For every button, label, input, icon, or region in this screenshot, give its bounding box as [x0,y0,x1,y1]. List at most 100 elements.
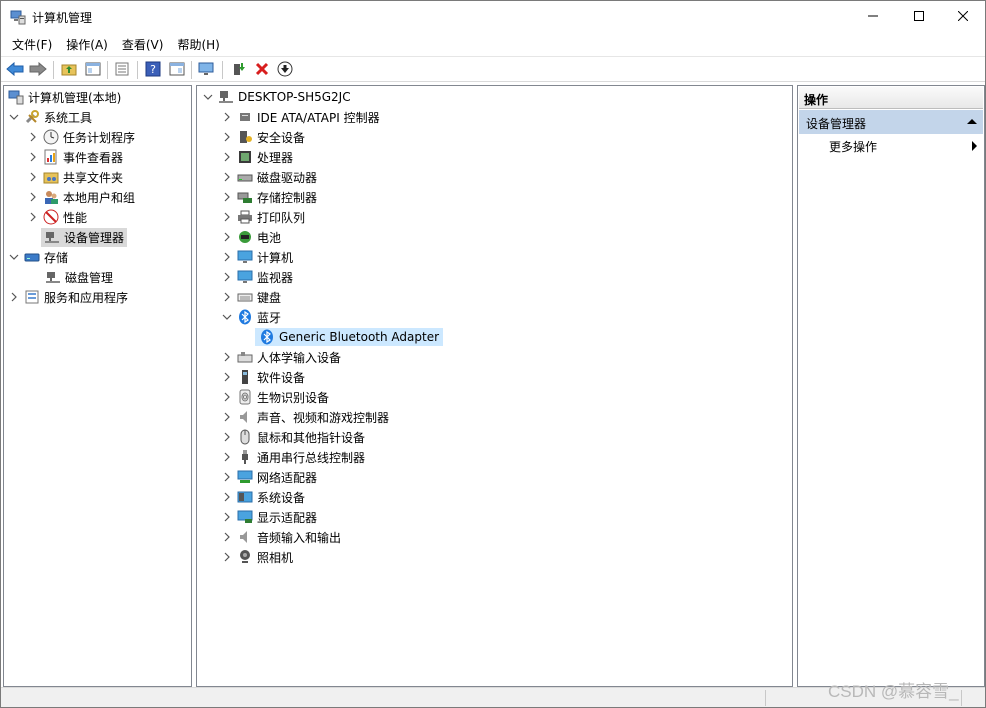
chevron-right-icon[interactable] [25,187,41,207]
device-category-label: 网络适配器 [257,470,318,485]
chevron-right-icon[interactable] [219,447,235,467]
device-category-label: 蓝牙 [257,310,282,325]
device-category-disk-drives[interactable]: 磁盘驱动器 [219,167,317,187]
chevron-right-icon[interactable] [219,387,235,407]
chevron-down-icon[interactable] [219,307,235,327]
menu-help[interactable]: 帮助(H) [170,32,226,55]
chevron-right-icon[interactable] [219,207,235,227]
device-category-battery[interactable]: 电池 [219,227,281,247]
up-level-button[interactable] [59,60,79,80]
device-category-keyboards[interactable]: 键盘 [219,287,281,307]
help-button[interactable]: ? [143,60,163,80]
chevron-down-icon[interactable] [200,87,216,107]
tree-node-device-manager[interactable]: 设备管理器 [41,227,128,247]
chevron-right-icon[interactable] [25,207,41,227]
collapse-triangle-icon[interactable] [967,119,977,124]
tree-node-task-scheduler[interactable]: 任务计划程序 [25,127,135,147]
menu-file[interactable]: 文件(F) [5,32,59,55]
device-category-mice[interactable]: 鼠标和其他指针设备 [219,427,365,447]
tree-node-system-tools[interactable]: 系统工具 [6,107,92,127]
chevron-right-icon[interactable] [219,107,235,127]
chevron-right-icon[interactable] [219,227,235,247]
tree-node-event-viewer[interactable]: 事件查看器 [25,147,123,167]
device-category-ide[interactable]: IDE ATA/ATAPI 控制器 [219,107,380,127]
chevron-right-icon[interactable] [219,487,235,507]
tree-node-disk-management[interactable]: 磁盘管理 [45,267,113,287]
actions-section-device-manager[interactable]: 设备管理器 [799,110,983,134]
tree-node-performance[interactable]: 性能 [25,207,87,227]
device-category-display-adapters[interactable]: 显示适配器 [219,507,317,527]
device-tree-pane[interactable]: DESKTOP-SH5G2JC IDE ATA/ATAPI 控制器 安全设备 处… [196,85,793,687]
tree-node-computer-management[interactable]: 计算机管理(本地) [6,87,121,107]
show-hide-action-pane-button[interactable] [167,60,187,80]
device-category-security[interactable]: 安全设备 [219,127,305,147]
chevron-right-icon[interactable] [6,287,22,307]
device-manager-icon [44,229,60,245]
device-category-software[interactable]: 软件设备 [219,367,305,387]
device-category-computer[interactable]: 计算机 [219,247,293,267]
chevron-right-icon[interactable] [219,467,235,487]
device-category-storage-controllers[interactable]: 存储控制器 [219,187,317,207]
maximize-button[interactable] [896,1,942,32]
tree-node-shared-folders[interactable]: 共享文件夹 [25,167,123,187]
chevron-right-icon[interactable] [219,127,235,147]
chevron-down-icon[interactable] [6,107,22,127]
device-category-bluetooth[interactable]: 蓝牙 [219,307,281,327]
chevron-right-icon[interactable] [219,547,235,567]
device-category-label: IDE ATA/ATAPI 控制器 [257,110,380,125]
export-list-button[interactable] [112,60,132,80]
device-category-system-devices[interactable]: 系统设备 [219,487,305,507]
device-category-label: 人体学输入设备 [257,350,342,365]
services-icon [24,289,40,305]
device-category-hid[interactable]: 人体学输入设备 [219,347,341,367]
chevron-right-icon[interactable] [219,527,235,547]
device-category-processor[interactable]: 处理器 [219,147,293,167]
tree-node-storage[interactable]: 存储 [6,247,68,267]
forward-button[interactable] [28,60,48,80]
chevron-right-icon[interactable] [219,347,235,367]
show-hide-console-tree-button[interactable] [83,60,103,80]
tree-node-local-users-groups[interactable]: 本地用户和组 [25,187,135,207]
device-category-biometric[interactable]: 生物识别设备 [219,387,329,407]
chevron-right-icon[interactable] [25,167,41,187]
submenu-arrow-icon[interactable] [972,141,977,151]
device-generic-bluetooth-adapter[interactable]: Generic Bluetooth Adapter [255,327,444,347]
chevron-right-icon[interactable] [25,147,41,167]
chevron-right-icon[interactable] [219,247,235,267]
minimize-button[interactable] [850,1,896,32]
chevron-right-icon[interactable] [219,507,235,527]
computer-management-window: 计算机管理 文件(F) 操作(A) 查看(V) 帮助(H) ? 计算机管理(本地… [0,0,986,708]
device-category-usb[interactable]: 通用串行总线控制器 [219,447,365,467]
title-bar[interactable]: 计算机管理 [1,1,985,32]
chevron-right-icon[interactable] [219,147,235,167]
device-category-monitors[interactable]: 监视器 [219,267,293,287]
device-category-label: 照相机 [257,550,294,565]
chevron-right-icon[interactable] [219,407,235,427]
device-tree-root[interactable]: DESKTOP-SH5G2JC [200,87,351,107]
device-category-sound-video-game[interactable]: 声音、视频和游戏控制器 [219,407,389,427]
tree-node-services-applications[interactable]: 服务和应用程序 [6,287,128,307]
chevron-right-icon[interactable] [219,187,235,207]
scan-hardware-button[interactable] [197,60,217,80]
close-button[interactable] [940,1,986,32]
menu-action[interactable]: 操作(A) [59,32,115,55]
chevron-right-icon[interactable] [219,267,235,287]
chevron-right-icon[interactable] [219,167,235,187]
device-category-print-queues[interactable]: 打印队列 [219,207,305,227]
chevron-down-icon[interactable] [6,247,22,267]
more-actions-item[interactable]: 更多操作 [829,138,877,155]
chevron-right-icon[interactable] [219,427,235,447]
chevron-right-icon[interactable] [219,367,235,387]
back-button[interactable] [5,60,25,80]
device-category-network-adapters[interactable]: 网络适配器 [219,467,317,487]
chevron-right-icon[interactable] [25,127,41,147]
chevron-right-icon[interactable] [219,287,235,307]
uninstall-device-button[interactable] [252,60,272,80]
keyboard-icon [237,289,253,305]
device-category-audio-io[interactable]: 音频输入和输出 [219,527,341,547]
device-category-cameras[interactable]: 照相机 [219,547,293,567]
disable-device-button[interactable] [275,60,295,80]
update-driver-button[interactable] [229,60,249,80]
menu-view[interactable]: 查看(V) [115,32,171,55]
console-tree-pane[interactable]: 计算机管理(本地) 系统工具 任务计划程序 事件查看器 共享文件夹 本地用户和组 [3,85,192,687]
